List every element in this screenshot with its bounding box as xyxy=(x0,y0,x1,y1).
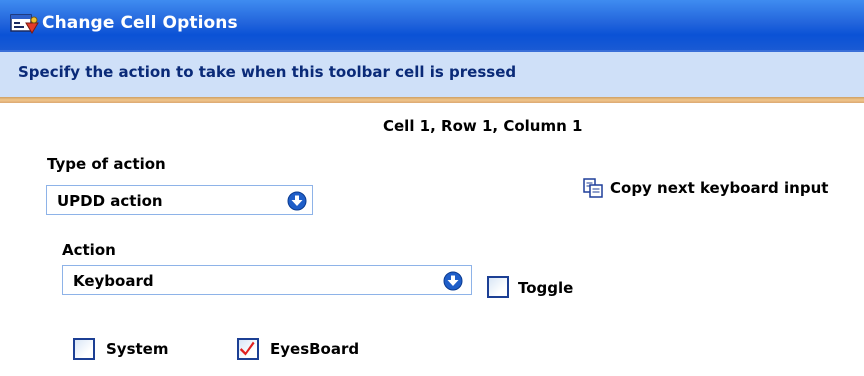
dialog-settings-icon xyxy=(10,14,39,34)
action-label: Action xyxy=(62,241,116,259)
header-divider xyxy=(0,97,864,103)
chevron-down-circle-icon[interactable] xyxy=(287,191,307,211)
type-of-action-value: UPDD action xyxy=(57,192,163,210)
dialog-header: Specify the action to take when this too… xyxy=(0,50,864,97)
chevron-down-circle-icon[interactable] xyxy=(443,271,463,291)
type-of-action-label: Type of action xyxy=(47,155,166,173)
eyesboard-checkbox[interactable] xyxy=(237,338,259,360)
eyesboard-label: EyesBoard xyxy=(270,340,360,358)
copy-icon xyxy=(583,178,603,198)
toggle-label: Toggle xyxy=(518,279,574,297)
system-checkbox[interactable] xyxy=(73,338,95,360)
dialog-instructions: Specify the action to take when this too… xyxy=(18,63,517,81)
checkmark-icon xyxy=(239,341,255,356)
action-value: Keyboard xyxy=(73,272,154,290)
change-cell-options-dialog: Change Cell Options Specify the action t… xyxy=(0,0,864,376)
system-label: System xyxy=(106,340,169,358)
window-title: Change Cell Options xyxy=(42,13,238,33)
copy-next-keyboard-input-link[interactable]: Copy next keyboard input xyxy=(582,177,828,199)
title-bar[interactable]: Change Cell Options xyxy=(0,0,864,50)
copy-next-keyboard-input-label: Copy next keyboard input xyxy=(610,179,829,197)
cell-location-label: Cell 1, Row 1, Column 1 xyxy=(383,117,583,135)
toggle-checkbox[interactable] xyxy=(487,276,509,298)
action-select[interactable]: Keyboard xyxy=(62,265,472,295)
type-of-action-select[interactable]: UPDD action xyxy=(46,185,313,215)
